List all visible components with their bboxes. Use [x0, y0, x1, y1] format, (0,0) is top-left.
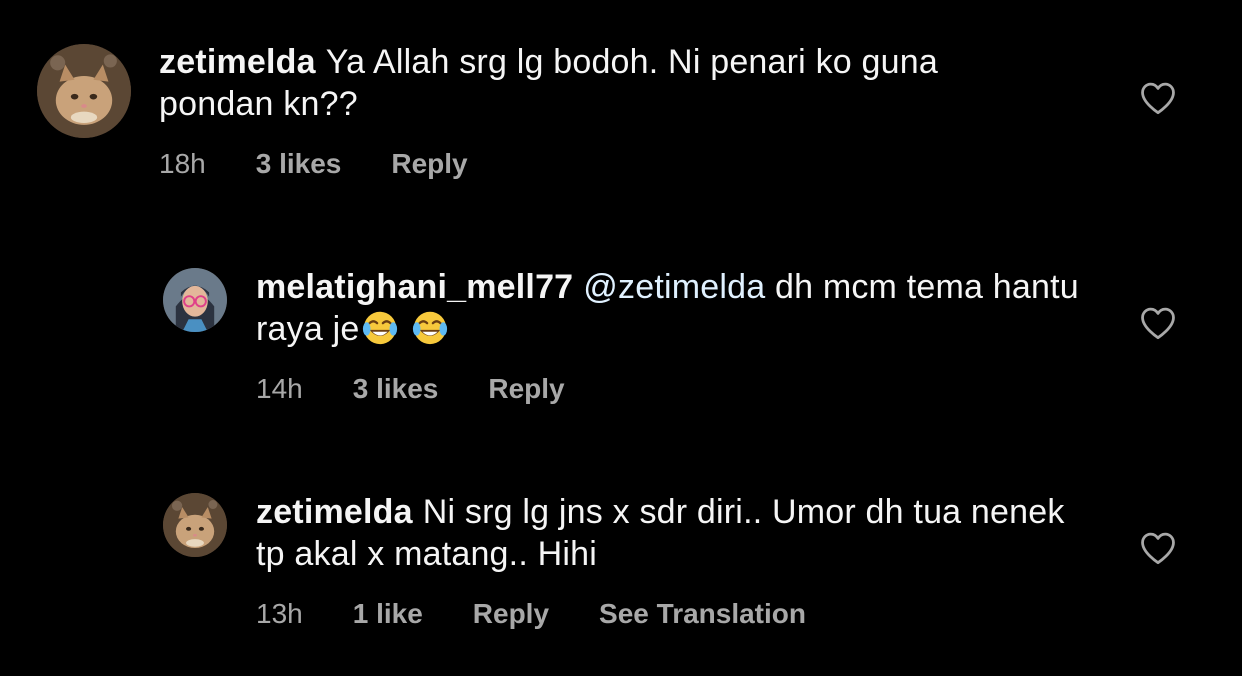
comment-timestamp: 18h	[159, 148, 206, 179]
comment-likes-count[interactable]: 1 like	[353, 597, 423, 631]
reply-button[interactable]: Reply	[473, 597, 549, 631]
comment-timestamp: 13h	[256, 598, 303, 629]
comment-username[interactable]: melatighani_mell77	[256, 268, 573, 306]
comment-username[interactable]: zetimelda	[159, 43, 316, 81]
reply-button[interactable]: Reply	[391, 147, 467, 181]
cat-avatar-icon[interactable]	[163, 493, 227, 557]
comment-meta: 13h 1 like Reply See Translation	[256, 597, 856, 631]
woman-with-glasses-avatar-icon[interactable]	[163, 268, 227, 332]
comment-body: melatighani_mell77 @zetimelda dh mcm tema…	[256, 266, 1086, 350]
face-with-tears-of-joy-emoji	[361, 308, 399, 346]
comment-timestamp: 14h	[256, 373, 303, 404]
comment-meta: 18h 3 likes Reply	[159, 147, 518, 181]
comment-likes-count[interactable]: 3 likes	[256, 147, 342, 181]
reply-button[interactable]: Reply	[488, 372, 564, 406]
see-translation-button[interactable]: See Translation	[599, 597, 806, 631]
face-with-tears-of-joy-emoji	[411, 308, 449, 346]
comment: zetimelda Ya Allah srg lg bodoh. Ni penar…	[0, 0, 1242, 210]
mention-link[interactable]: @zetimelda	[583, 268, 765, 306]
comment-username[interactable]: zetimelda	[256, 493, 413, 531]
heart-outline-icon[interactable]	[1139, 306, 1177, 340]
comment-reply: melatighani_mell77 @zetimelda dh mcm tema…	[0, 230, 1242, 440]
cat-avatar-icon[interactable]	[37, 44, 131, 138]
heart-outline-icon[interactable]	[1139, 531, 1177, 565]
comment-reply: zetimelda Ni srg lg jns x sdr diri.. Umor…	[0, 455, 1242, 676]
comment-likes-count[interactable]: 3 likes	[353, 372, 439, 406]
comment-body: zetimelda Ya Allah srg lg bodoh. Ni penar…	[159, 41, 1059, 125]
comment-meta: 14h 3 likes Reply	[256, 372, 615, 406]
comment-body: zetimelda Ni srg lg jns x sdr diri.. Umor…	[256, 491, 1086, 575]
heart-outline-icon[interactable]	[1139, 81, 1177, 115]
